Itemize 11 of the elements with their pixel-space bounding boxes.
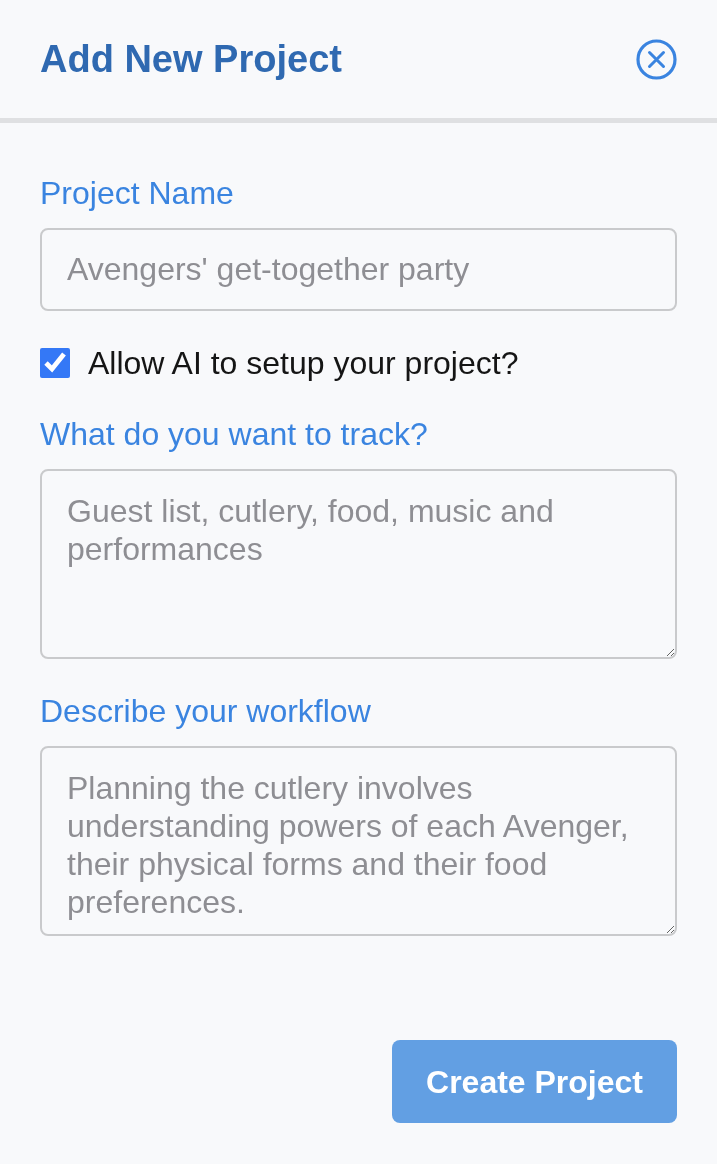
field-label: Describe your workflow [40,692,372,730]
checkbox[interactable] [40,348,70,378]
text-area[interactable]: Planning the cutlery involves understanding powers of each Avenger, their physical forms and their food preferences. [40,746,677,936]
checkbox-label: Allow AI to setup your project? [88,344,519,382]
create-project-button[interactable]: Create Project [392,1040,677,1123]
project-name-input[interactable]: Avengers' get-together party [40,228,677,311]
dialog-title: Add New Project [40,37,342,81]
field-label: Project Name [40,174,235,212]
field-label: What do you want to track? [40,415,429,453]
close-icon[interactable] [636,38,677,80]
text-area[interactable]: Guest list, cutlery, food, music and performances [40,469,677,659]
